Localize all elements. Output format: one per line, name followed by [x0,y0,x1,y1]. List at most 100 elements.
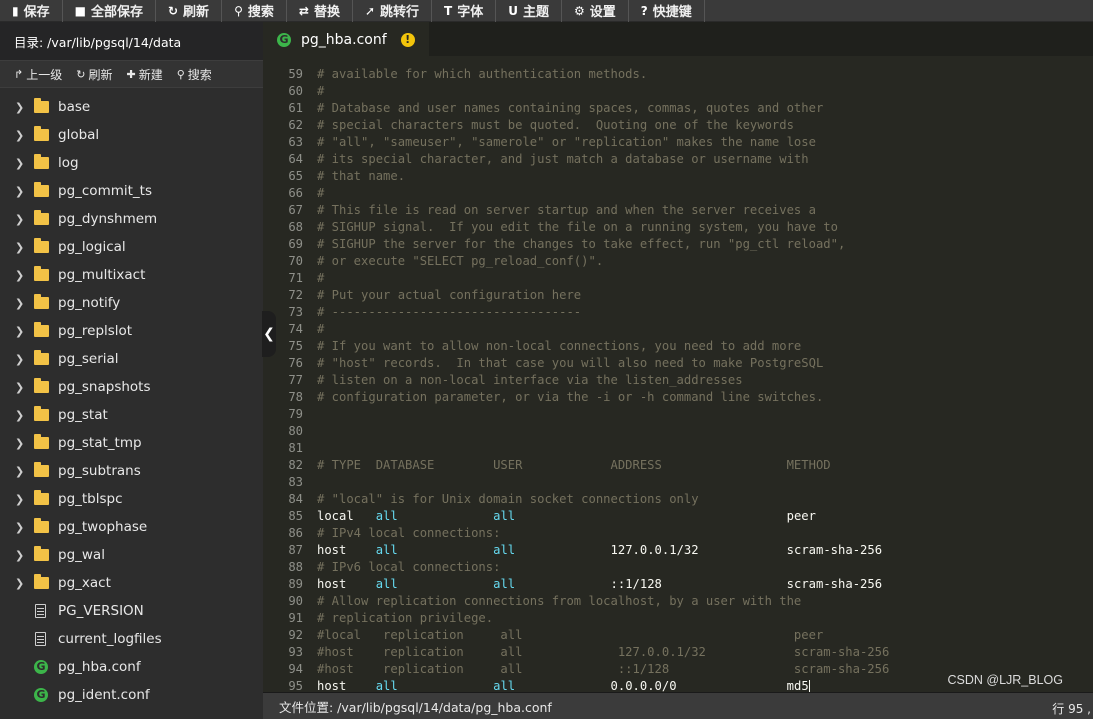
toolbar-button-refresh[interactable]: ↻ 刷新 [156,0,223,22]
line-number: 63 [288,135,303,149]
line-number: 93 [288,645,303,659]
toolbar-button-gear[interactable]: ⚙ 设置 [562,0,629,22]
toolbar-button-search[interactable]: ⚲ 搜索 [222,0,287,22]
tree-item[interactable]: ❯ pg_twophase [0,513,263,541]
tree-item[interactable]: ❯ global [0,121,263,149]
tree-item-label: pg_serial [58,351,119,367]
chevron-right-icon[interactable]: ❯ [15,157,29,170]
code-line: 62 # special characters must be quoted. Q… [263,117,794,134]
up-icon: ↱ [14,67,24,81]
chevron-right-icon[interactable]: ❯ [15,185,29,198]
code-line: 83 [263,474,317,491]
tree-item[interactable]: ❯ pg_commit_ts [0,177,263,205]
line-number: 80 [288,424,303,438]
sidebar-action-up[interactable]: ↱ 上一级 [14,66,62,83]
line-number: 79 [288,407,303,421]
comment-text: # IPv6 local connections: [317,560,501,574]
toolbar-button-label: 主题 [522,5,549,20]
toolbar-button-save[interactable]: ▮ 保存 [0,0,63,22]
line-number: 78 [288,390,303,404]
entry-type: local [317,509,354,523]
comment-text: #host replication all 127.0.0.1/32 scram… [317,645,890,659]
toolbar-button-label: 替换 [313,5,340,20]
toolbar-button-replace[interactable]: ⇄ 替换 [287,0,353,22]
toolbar-button-jump[interactable]: ➚ 跳转行 [353,0,433,22]
tree-item[interactable]: ❯ pg_stat_tmp [0,429,263,457]
line-number: 60 [288,84,303,98]
comment-text: # SIGHUP the server for the changes to t… [317,237,846,251]
tree-item[interactable]: ❯ pg_logical [0,233,263,261]
folder-icon [34,182,49,197]
chevron-right-icon[interactable]: ❯ [15,129,29,142]
code-line: 71 # [263,270,324,287]
tree-item[interactable]: ❯ pg_notify [0,289,263,317]
hba-entry: host all all 0.0.0.0/0 md5 [317,679,810,692]
sidebar-action-plus[interactable]: ✚ 新建 [126,66,162,83]
toolbar-button-font[interactable]: T 字体 [432,0,497,22]
tree-item-label: pg_stat [58,407,108,423]
refresh-icon: ↻ [76,67,86,81]
chevron-right-icon[interactable]: ❯ [15,409,29,422]
chevron-right-icon[interactable]: ❯ [15,437,29,450]
tree-item[interactable]: ❯ pg_multixact [0,261,263,289]
tree-item-label: pg_dynshmem [58,211,158,227]
chevron-right-icon[interactable]: ❯ [15,297,29,310]
chevron-right-icon[interactable]: ❯ [15,493,29,506]
tree-item[interactable]: Gpg_ident.conf [0,681,263,709]
collapse-sidebar-button[interactable]: ❮ [262,311,276,357]
comment-text: # "host" records. In that case you will … [317,356,824,370]
chevron-right-icon[interactable]: ❯ [15,465,29,478]
chevron-right-icon[interactable]: ❯ [15,381,29,394]
chevron-right-icon[interactable]: ❯ [15,213,29,226]
code-line: 75 # If you want to allow non-local conne… [263,338,801,355]
comment-text: # [317,322,325,336]
code-line: 80 [263,423,317,440]
comment-text: # Allow replication connections from loc… [317,594,802,608]
chevron-right-icon[interactable]: ❯ [15,577,29,590]
tree-item[interactable]: ❯ pg_subtrans [0,457,263,485]
toolbar-button-theme[interactable]: U 主题 [496,0,562,22]
code-area[interactable]: 59 # available for which authentication m… [263,56,1093,692]
tree-item[interactable]: Gpg_hba.conf [0,653,263,681]
comment-text: # IPv4 local connections: [317,526,501,540]
toolbar-button-save-all[interactable]: ■ 全部保存 [63,0,156,22]
sidebar-action-refresh[interactable]: ↻ 刷新 [76,66,112,83]
tree-item[interactable]: ❯ pg_serial [0,345,263,373]
tree-item[interactable]: ❯ pg_stat [0,401,263,429]
watermark: CSDN @LJR_BLOG [947,673,1064,687]
chevron-right-icon[interactable]: ❯ [15,101,29,114]
tree-item-label: PG_VERSION [58,603,144,619]
tree-item[interactable]: ❯ pg_wal [0,541,263,569]
folder-icon [34,210,49,225]
folder-icon [34,98,49,113]
folder-icon [34,294,49,309]
tree-item[interactable]: ❯ pg_dynshmem [0,205,263,233]
tree-item[interactable]: ❯ pg_tblspc [0,485,263,513]
tree-item[interactable]: ❯ base [0,93,263,121]
chevron-right-icon[interactable]: ❯ [15,325,29,338]
tree-item[interactable]: ❯ pg_replslot [0,317,263,345]
line-number: 86 [288,526,303,540]
code-line: 66 # [263,185,324,202]
toolbar-button-help[interactable]: ? 快捷键 [629,0,705,22]
tree-item-label: base [58,99,91,115]
help-icon: ? [640,3,648,18]
tree-item[interactable]: ❯ pg_snapshots [0,373,263,401]
tree-item[interactable]: ❯ log [0,149,263,177]
chevron-right-icon[interactable]: ❯ [15,521,29,534]
tree-item[interactable]: ❯ pg_xact [0,569,263,597]
sidebar-action-label: 刷新 [88,67,113,82]
chevron-right-icon[interactable]: ❯ [15,353,29,366]
comment-text: # This file is read on server startup an… [317,203,816,217]
entry-database: all [375,509,398,523]
chevron-right-icon[interactable]: ❯ [15,269,29,282]
tree-item-label: pg_subtrans [58,463,141,479]
code-line: 89 host all all ::1/128 scram-sha-256 [263,576,882,593]
tree-item[interactable]: PG_VERSION [0,597,263,625]
tab-pg-hba-conf[interactable]: G pg_hba.conf ! [263,22,429,56]
line-number: 91 [288,611,303,625]
chevron-right-icon[interactable]: ❯ [15,549,29,562]
tree-item[interactable]: current_logfiles [0,625,263,653]
sidebar-action-search[interactable]: ⚲ 搜索 [177,66,212,83]
chevron-right-icon[interactable]: ❯ [15,241,29,254]
